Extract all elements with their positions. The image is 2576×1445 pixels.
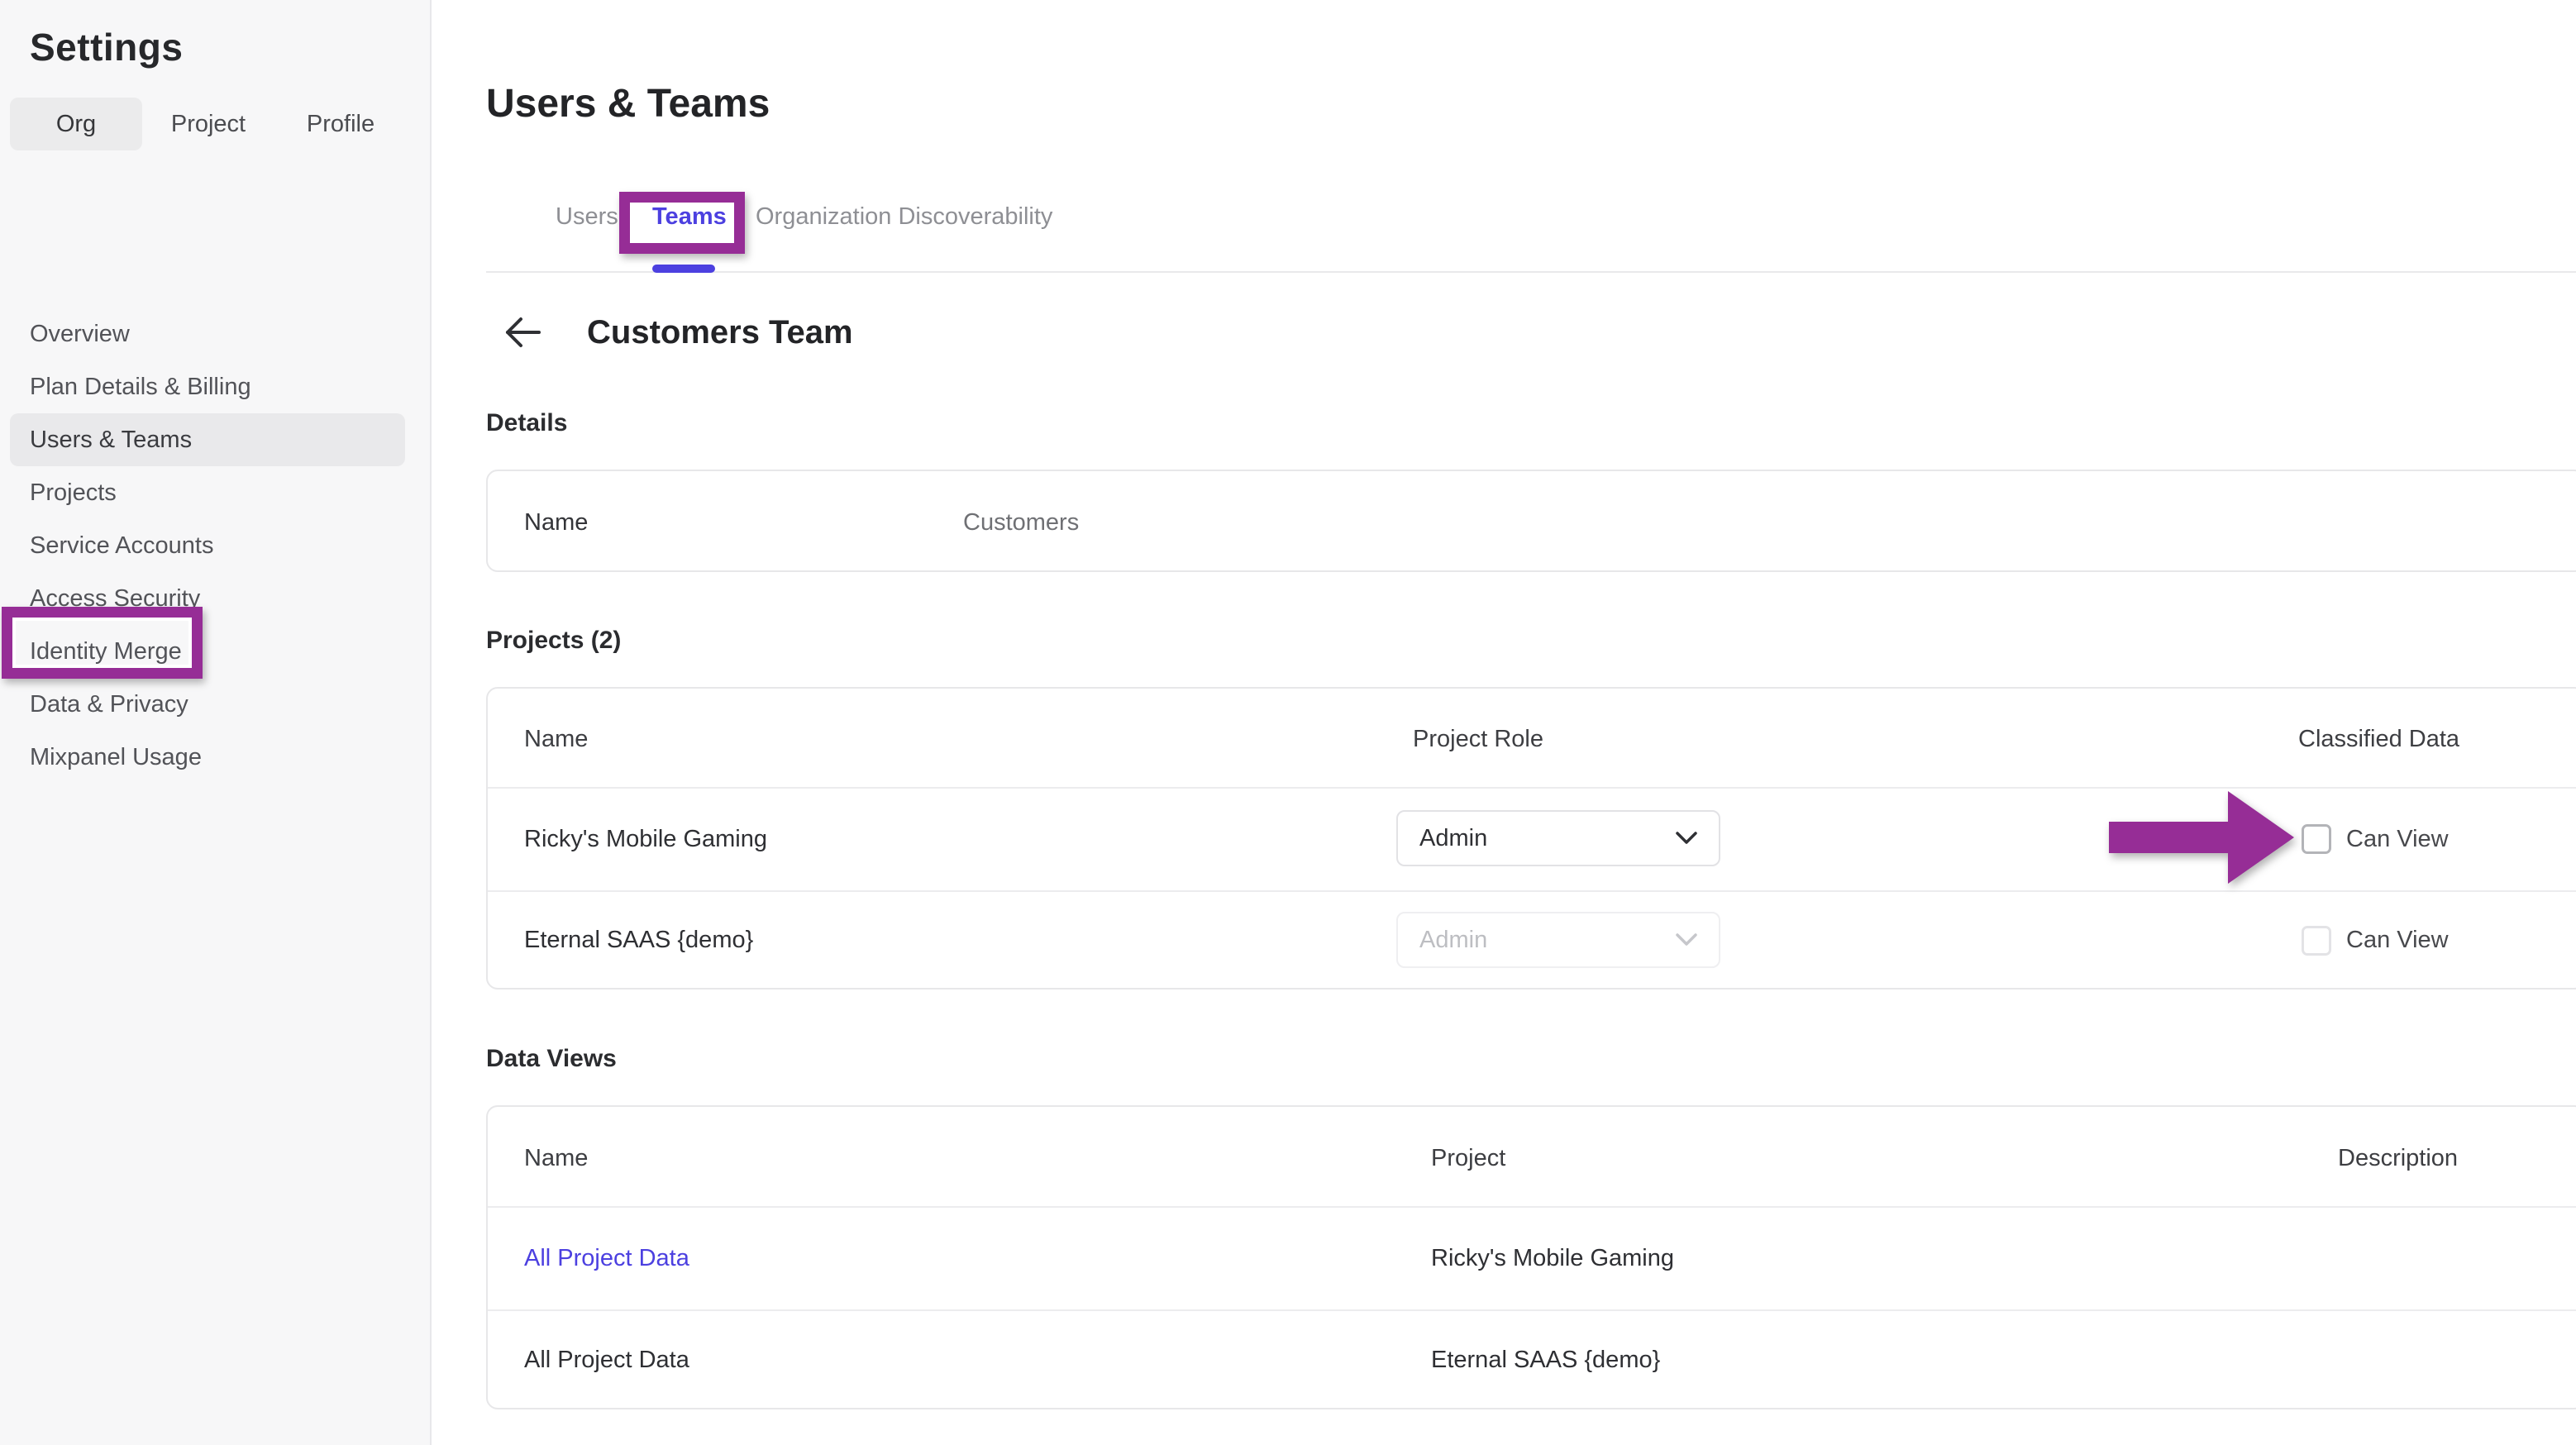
- data-view-project: Ricky's Mobile Gaming: [1431, 1245, 1674, 1272]
- data-view-project: Eternal SAAS {demo}: [1431, 1347, 1660, 1374]
- tab-users[interactable]: Users: [556, 203, 618, 231]
- sidebar-scope-tabs: Org Project Profile: [10, 98, 407, 150]
- row-divider: [488, 1206, 2576, 1208]
- can-view-checkbox-disabled: [2302, 926, 2331, 956]
- sidebar-item-data-privacy[interactable]: Data & Privacy: [0, 678, 432, 731]
- sidebar-item-service-accounts[interactable]: Service Accounts: [0, 519, 432, 572]
- settings-screen: Settings Org Project Profile Overview Pl…: [0, 0, 2576, 1445]
- sidebar-title: Settings: [30, 25, 183, 69]
- details-heading: Details: [486, 409, 567, 437]
- column-header-name: Name: [524, 726, 588, 753]
- sidebar-item-plan-details-billing[interactable]: Plan Details & Billing: [0, 360, 432, 413]
- sidebar-item-mixpanel-usage[interactable]: Mixpanel Usage: [0, 731, 432, 784]
- row-divider: [488, 1309, 2576, 1311]
- sidebar-item-identity-merge[interactable]: Identity Merge: [0, 625, 432, 678]
- data-views-table: Name Project Description All Project Dat…: [486, 1105, 2576, 1409]
- project-role-select[interactable]: Admin: [1396, 810, 1720, 866]
- sidebar: Settings Org Project Profile Overview Pl…: [0, 0, 432, 1445]
- sidebar-item-projects[interactable]: Projects: [0, 466, 432, 519]
- sidebar-tab-project[interactable]: Project: [142, 98, 274, 150]
- data-views-heading: Data Views: [486, 1045, 617, 1073]
- sidebar-item-overview[interactable]: Overview: [0, 308, 432, 360]
- team-header: Customers Team: [503, 312, 853, 352]
- tab-organization-discoverability[interactable]: Organization Discoverability: [756, 203, 1052, 231]
- back-arrow-icon[interactable]: [503, 312, 542, 352]
- row-divider: [488, 787, 2576, 789]
- can-view-checkbox[interactable]: [2302, 824, 2331, 854]
- project-name: Eternal SAAS {demo}: [524, 927, 753, 954]
- project-role-select-disabled: Admin: [1396, 912, 1720, 968]
- column-header-project-role: Project Role: [1413, 726, 1543, 753]
- tabbar-divider: [486, 271, 2576, 273]
- column-header-classified-data: Classified Data: [2298, 726, 2459, 753]
- tab-teams[interactable]: Teams: [652, 203, 727, 231]
- column-header-name: Name: [524, 1145, 588, 1172]
- projects-heading: Projects (2): [486, 627, 621, 655]
- active-tab-underline: [652, 265, 715, 273]
- column-header-project: Project: [1431, 1145, 1505, 1172]
- chevron-down-icon: [1676, 832, 1697, 845]
- project-name: Ricky's Mobile Gaming: [524, 826, 767, 853]
- details-card: Name Customers: [486, 470, 2576, 572]
- sidebar-nav: Overview Plan Details & Billing Users & …: [0, 308, 432, 784]
- data-view-name: All Project Data: [524, 1347, 689, 1374]
- sidebar-tab-profile[interactable]: Profile: [274, 98, 407, 150]
- page-title: Users & Teams: [486, 81, 770, 126]
- chevron-down-icon: [1676, 933, 1697, 947]
- data-view-name-link[interactable]: All Project Data: [524, 1245, 689, 1272]
- column-header-description: Description: [2338, 1145, 2458, 1172]
- details-name-value: Customers: [963, 509, 1079, 537]
- projects-table: Name Project Role Classified Data Ricky'…: [486, 687, 2576, 990]
- can-view-label: Can View: [2346, 826, 2449, 853]
- row-divider: [488, 890, 2576, 892]
- details-name-label: Name: [524, 509, 588, 537]
- sidebar-item-users-teams[interactable]: Users & Teams: [0, 413, 432, 466]
- sidebar-tab-org[interactable]: Org: [10, 98, 142, 150]
- sidebar-item-access-security[interactable]: Access Security: [0, 572, 432, 625]
- team-title: Customers Team: [587, 314, 853, 351]
- can-view-label: Can View: [2346, 927, 2449, 954]
